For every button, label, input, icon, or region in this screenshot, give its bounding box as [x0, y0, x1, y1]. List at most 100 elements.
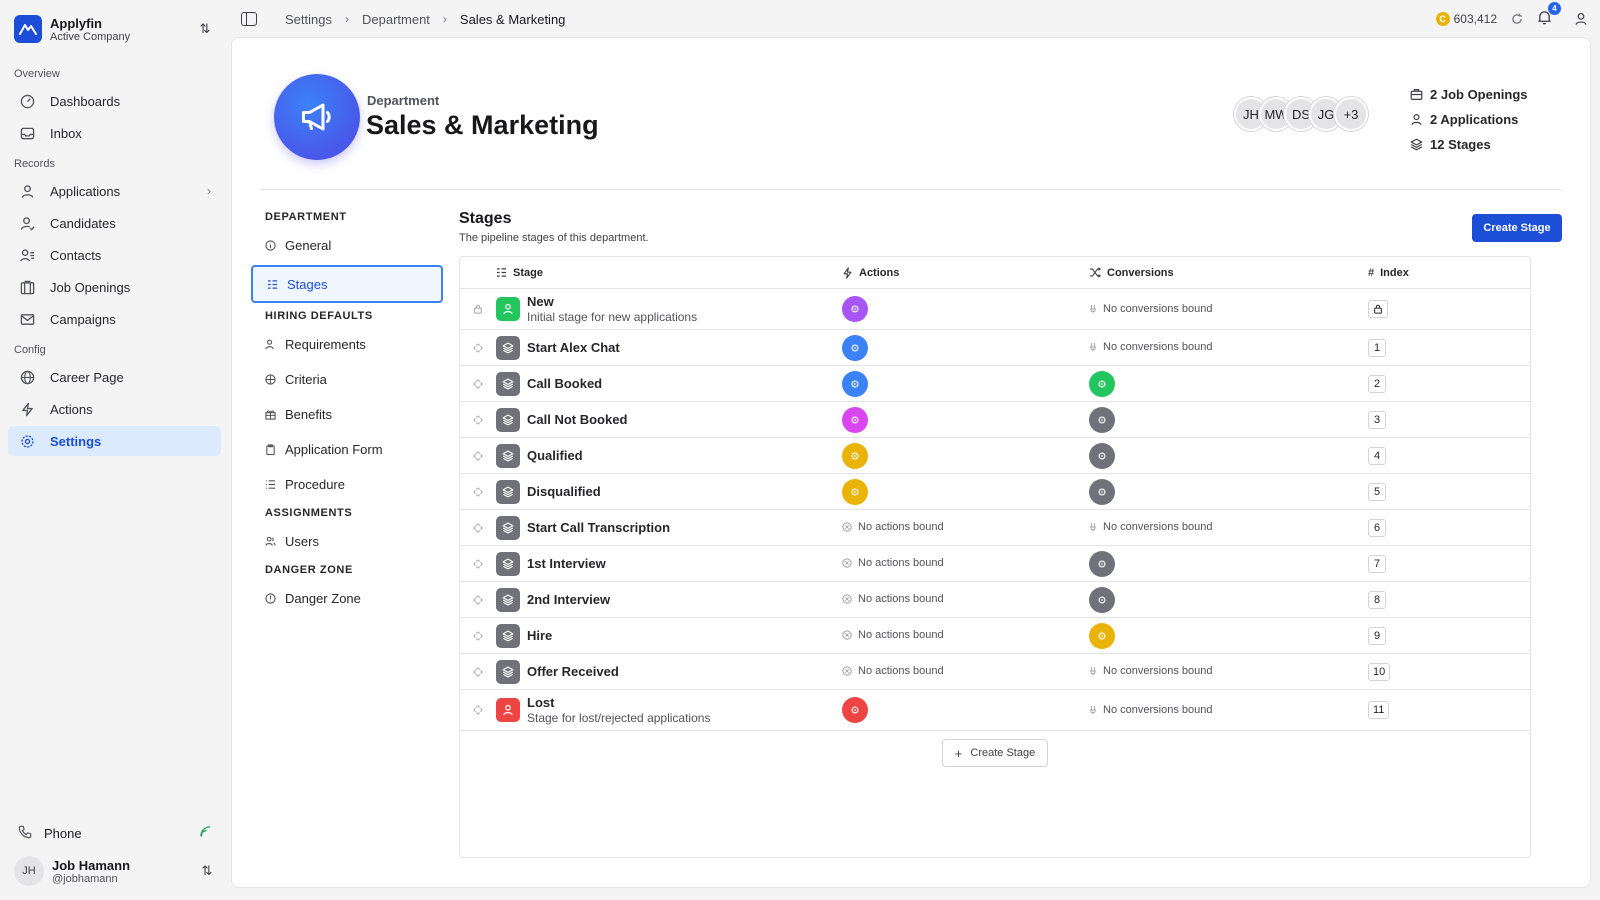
- drag-handle-icon[interactable]: [460, 667, 496, 677]
- globe-icon: [18, 368, 36, 386]
- table-row[interactable]: Hire No actions bound 9: [460, 618, 1530, 654]
- stat-stages[interactable]: 12 Stages: [1410, 132, 1528, 157]
- stage-cell[interactable]: New Initial stage for new applications: [496, 294, 842, 324]
- conversion-badge-icon[interactable]: [1089, 370, 1115, 397]
- tab-procedure[interactable]: Procedure: [251, 467, 443, 502]
- sidebar-item-settings[interactable]: Settings: [8, 426, 221, 456]
- sidebar-item-campaigns[interactable]: Campaigns: [8, 304, 221, 334]
- stage-cell[interactable]: 2nd Interview: [496, 587, 842, 612]
- layers-icon: [496, 371, 520, 396]
- table-row[interactable]: New Initial stage for new applications No …: [460, 289, 1530, 330]
- drag-handle-icon[interactable]: [460, 415, 496, 425]
- table-row[interactable]: 2nd Interview No actions bound 8: [460, 582, 1530, 618]
- profile-icon[interactable]: [1574, 12, 1588, 26]
- stage-cell[interactable]: Qualified: [496, 443, 842, 468]
- stat-applications[interactable]: 2 Applications: [1410, 107, 1528, 132]
- table-row[interactable]: Lost Stage for lost/rejected applications…: [460, 690, 1530, 731]
- table-row[interactable]: Offer Received No actions bound No convers…: [460, 654, 1530, 690]
- stage-cell[interactable]: Lost Stage for lost/rejected applications: [496, 695, 842, 725]
- column-actions[interactable]: Actions: [842, 267, 1089, 279]
- sidebar-item-candidates[interactable]: Candidates: [8, 208, 221, 238]
- column-stage[interactable]: Stage: [496, 267, 842, 279]
- person-icon: [1410, 113, 1424, 126]
- table-row[interactable]: Start Call Transcription No actions bound…: [460, 510, 1530, 546]
- member-avatars[interactable]: JH MW DS JG +3: [1234, 97, 1368, 131]
- drag-handle-icon[interactable]: [460, 631, 496, 641]
- stage-index: 2: [1368, 374, 1386, 393]
- switch-company-icon[interactable]: ⇅: [195, 21, 215, 37]
- tab-criteria[interactable]: Criteria: [251, 362, 443, 397]
- sidebar-item-contacts[interactable]: Contacts: [8, 240, 221, 270]
- breadcrumb-settings[interactable]: Settings: [285, 12, 332, 27]
- drag-handle-icon[interactable]: [460, 595, 496, 605]
- action-badge-icon[interactable]: [842, 334, 868, 361]
- conversion-badge-icon[interactable]: [1089, 406, 1115, 433]
- action-badge-icon[interactable]: [842, 406, 868, 433]
- stage-cell[interactable]: Hire: [496, 623, 842, 648]
- section-config: Config: [14, 344, 46, 356]
- stage-index: 6: [1368, 518, 1386, 537]
- company-switcher[interactable]: Applyfin Active Company ⇅: [8, 0, 221, 58]
- tab-users[interactable]: Users: [251, 524, 443, 559]
- drag-handle-icon[interactable]: [460, 705, 496, 715]
- stat-label: 2 Job Openings: [1430, 87, 1528, 102]
- sidebar-item-career-page[interactable]: Career Page: [8, 362, 221, 392]
- user-menu[interactable]: JH Job Hamann @jobhamann ⇅: [8, 848, 221, 900]
- tab-general[interactable]: General: [251, 228, 443, 263]
- switch-user-icon[interactable]: ⇅: [197, 863, 217, 879]
- conversion-badge-icon[interactable]: [1089, 622, 1115, 649]
- action-badge-icon[interactable]: [842, 697, 868, 723]
- table-row[interactable]: Call Not Booked 3: [460, 402, 1530, 438]
- chevron-right-icon: ›: [442, 12, 447, 26]
- credits-balance[interactable]: C 603,412: [1435, 12, 1497, 26]
- table-row[interactable]: Call Booked 2: [460, 366, 1530, 402]
- stat-job-openings[interactable]: 2 Job Openings: [1410, 82, 1528, 107]
- drag-handle-icon[interactable]: [460, 379, 496, 389]
- stage-cell[interactable]: Start Alex Chat: [496, 335, 842, 360]
- stage-cell[interactable]: Start Call Transcription: [496, 515, 842, 540]
- drag-handle-icon[interactable]: [460, 451, 496, 461]
- drag-handle-icon[interactable]: [460, 343, 496, 353]
- breadcrumb-department[interactable]: Department: [362, 12, 430, 27]
- create-stage-button[interactable]: Create Stage: [1472, 214, 1562, 242]
- sidebar-item-actions[interactable]: Actions: [8, 394, 221, 424]
- sidebar-toggle-icon[interactable]: [241, 12, 257, 26]
- drag-handle-icon[interactable]: [460, 559, 496, 569]
- table-row[interactable]: Disqualified 5: [460, 474, 1530, 510]
- stage-cell[interactable]: Call Not Booked: [496, 407, 842, 432]
- sidebar-item-applications[interactable]: Applications ›: [8, 176, 221, 206]
- sidebar-item-job-openings[interactable]: Job Openings: [8, 272, 221, 302]
- conversion-badge-icon[interactable]: [1089, 478, 1115, 505]
- action-badge-icon[interactable]: [842, 442, 868, 469]
- action-badge-icon[interactable]: [842, 478, 868, 505]
- column-index[interactable]: # Index: [1368, 267, 1530, 279]
- action-badge-icon[interactable]: [842, 296, 868, 322]
- phone-status[interactable]: Phone: [8, 818, 221, 848]
- more-members-badge[interactable]: +3: [1334, 97, 1368, 131]
- sidebar-item-dashboards[interactable]: Dashboards: [8, 86, 221, 116]
- conversion-badge-icon[interactable]: [1089, 550, 1115, 577]
- drag-handle-icon[interactable]: [460, 487, 496, 497]
- action-badge-icon[interactable]: [842, 370, 868, 397]
- stage-cell[interactable]: 1st Interview: [496, 551, 842, 576]
- refresh-icon[interactable]: [1511, 13, 1523, 25]
- column-conversions[interactable]: Conversions: [1089, 267, 1368, 279]
- tab-danger-zone[interactable]: Danger Zone: [251, 581, 443, 616]
- stage-cell[interactable]: Disqualified: [496, 479, 842, 504]
- tab-label: Users: [285, 534, 319, 549]
- tab-benefits[interactable]: Benefits: [251, 397, 443, 432]
- add-stage-button[interactable]: + Create Stage: [941, 739, 1049, 767]
- drag-handle-icon[interactable]: [460, 523, 496, 533]
- tab-application-form[interactable]: Application Form: [251, 432, 443, 467]
- table-row[interactable]: 1st Interview No actions bound 7: [460, 546, 1530, 582]
- conversion-badge-icon[interactable]: [1089, 586, 1115, 613]
- conversion-badge-icon[interactable]: [1089, 442, 1115, 469]
- tab-stages[interactable]: Stages: [251, 265, 443, 303]
- table-row[interactable]: Qualified 4: [460, 438, 1530, 474]
- table-row[interactable]: Start Alex Chat No conversions bound 1: [460, 330, 1530, 366]
- stage-cell[interactable]: Offer Received: [496, 659, 842, 684]
- stage-cell[interactable]: Call Booked: [496, 371, 842, 396]
- notifications-button[interactable]: 4: [1537, 2, 1561, 28]
- sidebar-item-inbox[interactable]: Inbox: [8, 118, 221, 148]
- tab-requirements[interactable]: Requirements: [251, 327, 443, 362]
